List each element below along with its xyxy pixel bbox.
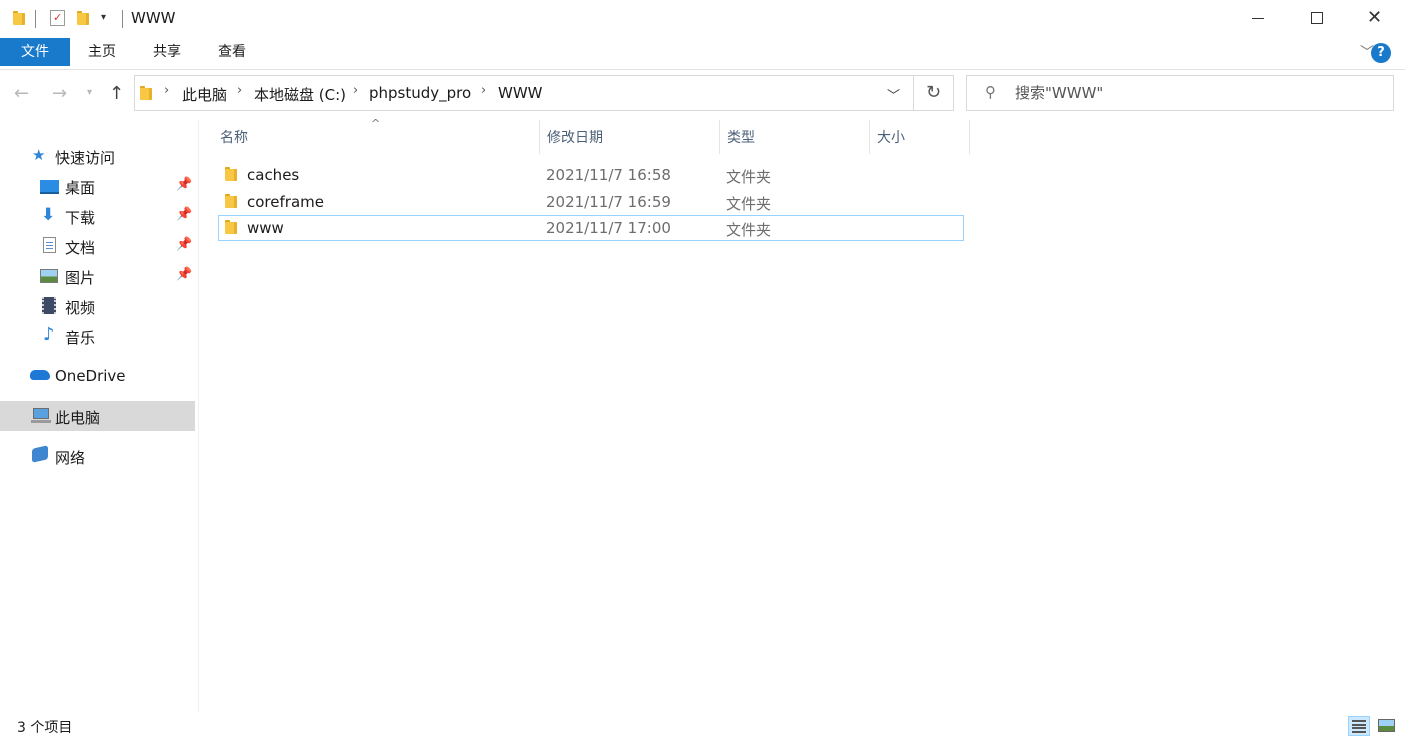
pin-icon[interactable]: 📌 xyxy=(176,177,192,192)
address-history-chevron-down-icon[interactable]: ﹀ xyxy=(887,85,900,104)
pictures-icon xyxy=(40,269,58,283)
sidebar-item-label: 下载 xyxy=(65,209,96,227)
sidebar-item-quick-access[interactable]: ★ 快速访问 xyxy=(0,141,195,171)
tab-file[interactable]: 文件 xyxy=(0,38,70,66)
customize-toolbar-icon[interactable]: ▾ xyxy=(101,12,106,23)
file-modified: 2021/11/7 16:59 xyxy=(546,193,671,211)
sidebar-item-label: 网络 xyxy=(55,449,86,467)
navigation-pane: ★ 快速访问 桌面 📌 ⬇ 下载 📌 文档 📌 图片 📌 视频 ♪ 音乐 One… xyxy=(0,120,199,712)
star-icon: ★ xyxy=(32,146,46,164)
search-box[interactable]: ⚲ xyxy=(966,75,1394,111)
breadcrumb-separator-icon[interactable]: › xyxy=(353,83,358,98)
sidebar-item-label: 图片 xyxy=(65,269,96,287)
column-divider[interactable] xyxy=(869,120,870,154)
sidebar-item-onedrive[interactable]: OneDrive xyxy=(0,361,195,391)
status-bar: 3 个项目 xyxy=(0,712,1405,740)
breadcrumb-separator-icon[interactable]: › xyxy=(164,83,169,98)
maximize-button[interactable] xyxy=(1294,0,1340,38)
close-icon: ✕ xyxy=(1367,7,1383,28)
navigation-bar: ← → ▾ ↑ › 此电脑 › 本地磁盘 (C:) › phpstudy_pro… xyxy=(0,70,1405,120)
recent-locations-dropdown[interactable]: ▾ xyxy=(87,87,92,98)
pin-icon[interactable]: 📌 xyxy=(176,207,192,222)
search-input[interactable] xyxy=(1015,76,1385,110)
music-icon: ♪ xyxy=(43,324,55,345)
sidebar-item-desktop[interactable]: 桌面 📌 xyxy=(0,171,195,201)
tab-home[interactable]: 主页 xyxy=(78,38,126,66)
column-divider[interactable] xyxy=(539,120,540,154)
large-icons-view-button[interactable] xyxy=(1376,716,1398,736)
desktop-icon xyxy=(40,180,59,194)
tab-view[interactable]: 查看 xyxy=(208,38,256,66)
ribbon-tabs: 文件 主页 共享 查看 ﹀ ? xyxy=(0,38,1405,70)
column-header-size[interactable]: 大小 xyxy=(877,120,967,156)
cloud-icon xyxy=(30,370,50,380)
folder-icon xyxy=(225,220,237,234)
file-modified: 2021/11/7 16:58 xyxy=(546,166,671,184)
search-icon: ⚲ xyxy=(985,83,996,101)
column-header-modified[interactable]: 修改日期 xyxy=(547,120,717,156)
forward-button[interactable]: → xyxy=(52,83,67,104)
breadcrumb-www[interactable]: WWW xyxy=(498,84,543,102)
breadcrumb-separator-icon[interactable]: › xyxy=(481,83,486,98)
sidebar-item-pictures[interactable]: 图片 📌 xyxy=(0,261,195,291)
address-bar[interactable]: › 此电脑 › 本地磁盘 (C:) › phpstudy_pro › WWW ﹀ xyxy=(134,75,914,111)
sidebar-item-label: 桌面 xyxy=(65,179,96,197)
breadcrumb-this-pc[interactable]: 此电脑 xyxy=(182,84,227,105)
help-button[interactable]: ? xyxy=(1371,43,1391,63)
file-type: 文件夹 xyxy=(726,168,772,186)
separator xyxy=(122,10,123,28)
sidebar-item-label: 文档 xyxy=(65,239,96,257)
refresh-button[interactable]: ↻ xyxy=(914,75,954,111)
sidebar-item-videos[interactable]: 视频 xyxy=(0,291,195,321)
file-type: 文件夹 xyxy=(726,221,772,239)
close-button[interactable]: ✕ xyxy=(1353,0,1399,38)
title-bar: ✓ ▾ WWW ✕ xyxy=(0,0,1405,38)
breadcrumb-separator-icon[interactable]: › xyxy=(237,83,242,98)
video-icon xyxy=(42,297,56,314)
sidebar-item-downloads[interactable]: ⬇ 下载 📌 xyxy=(0,201,195,231)
column-divider[interactable] xyxy=(719,120,720,154)
computer-base-icon xyxy=(31,420,51,423)
sidebar-item-label: 此电脑 xyxy=(55,409,101,427)
folder-icon xyxy=(225,167,237,181)
sidebar-item-label: 快速访问 xyxy=(55,149,116,167)
item-count: 3 个项目 xyxy=(17,720,73,736)
sidebar-item-label: OneDrive xyxy=(55,367,126,385)
sidebar-item-network[interactable]: 网络 xyxy=(0,441,195,471)
file-name: coreframe xyxy=(247,193,324,211)
minimize-button[interactable] xyxy=(1236,0,1282,38)
up-button[interactable]: ↑ xyxy=(109,83,124,104)
file-name: www xyxy=(247,219,284,237)
column-divider[interactable] xyxy=(969,120,970,154)
pin-icon[interactable]: 📌 xyxy=(176,237,192,252)
document-icon xyxy=(43,237,56,253)
pin-icon[interactable]: 📌 xyxy=(176,267,192,282)
column-header-type[interactable]: 类型 xyxy=(727,120,867,156)
details-view-button[interactable] xyxy=(1348,716,1370,736)
table-row[interactable]: coreframe 2021/11/7 16:59 文件夹 xyxy=(218,189,964,215)
window-title: WWW xyxy=(131,9,176,27)
sidebar-item-documents[interactable]: 文档 📌 xyxy=(0,231,195,261)
column-header-name[interactable]: 名称 xyxy=(220,120,538,156)
download-icon: ⬇ xyxy=(41,205,56,225)
file-list: ^ 名称 修改日期 类型 大小 caches 2021/11/7 16:58 文… xyxy=(199,117,1405,712)
back-button[interactable]: ← xyxy=(14,83,29,104)
sidebar-item-label: 视频 xyxy=(65,299,96,317)
file-name: caches xyxy=(247,166,300,184)
tab-share[interactable]: 共享 xyxy=(143,38,191,66)
table-row[interactable]: www 2021/11/7 17:00 文件夹 xyxy=(218,215,964,241)
sidebar-item-music[interactable]: ♪ 音乐 xyxy=(0,321,195,351)
network-icon xyxy=(32,445,48,463)
separator xyxy=(35,10,36,28)
table-row[interactable]: caches 2021/11/7 16:58 文件夹 xyxy=(218,162,964,188)
breadcrumb-phpstudy-pro[interactable]: phpstudy_pro xyxy=(369,84,471,102)
file-type: 文件夹 xyxy=(726,195,772,213)
sidebar-item-label: 音乐 xyxy=(65,329,96,347)
folder-icon xyxy=(225,194,237,208)
computer-icon xyxy=(33,408,49,419)
file-modified: 2021/11/7 17:00 xyxy=(546,219,671,237)
properties-icon[interactable]: ✓ xyxy=(50,10,65,26)
breadcrumb-local-disk[interactable]: 本地磁盘 (C:) xyxy=(254,84,346,105)
sidebar-item-this-pc[interactable]: 此电脑 xyxy=(0,401,195,431)
